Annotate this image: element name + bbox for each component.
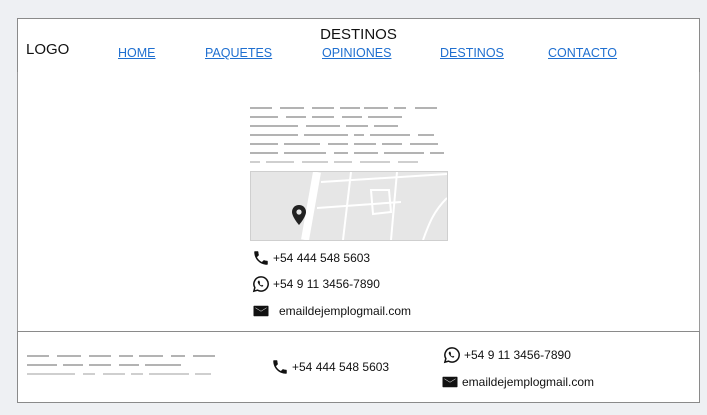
phone-icon	[251, 249, 271, 267]
phone-icon	[270, 358, 290, 376]
footer-email: emaildejemplogmail.com	[440, 373, 594, 391]
footer-whatsapp-text: +54 9 11 3456-7890	[464, 348, 571, 362]
logo: LOGO	[26, 41, 70, 58]
mail-icon	[440, 373, 460, 391]
nav-contacto[interactable]: CONTACTO	[548, 46, 617, 60]
whatsapp-icon	[251, 275, 271, 293]
main-content: +54 444 548 5603 +54 9 11 3456-7890 emai…	[17, 72, 700, 331]
site-footer: +54 444 548 5603 +54 9 11 3456-7890 emai…	[17, 331, 700, 403]
site-header: LOGO DESTINOS HOME PAQUETES OPINIONES DE…	[17, 18, 700, 73]
contact-whatsapp: +54 9 11 3456-7890	[251, 275, 380, 293]
contact-email: emaildejemplogmail.com	[251, 302, 411, 320]
nav-opiniones[interactable]: OPINIONES	[322, 46, 391, 60]
nav-paquetes[interactable]: PAQUETES	[205, 46, 272, 60]
footer-whatsapp: +54 9 11 3456-7890	[442, 346, 571, 364]
text-placeholder	[250, 107, 450, 167]
nav-home[interactable]: HOME	[118, 46, 156, 60]
map-pin-icon	[292, 205, 306, 225]
contact-phone: +54 444 548 5603	[251, 249, 370, 267]
mail-icon	[251, 302, 271, 320]
contact-phone-text: +54 444 548 5603	[273, 251, 371, 265]
footer-phone-text: +54 444 548 5603	[292, 360, 390, 374]
contact-whatsapp-text: +54 9 11 3456-7890	[273, 277, 380, 291]
map[interactable]	[250, 171, 448, 241]
contact-email-text: emaildejemplogmail.com	[279, 304, 412, 318]
whatsapp-icon	[442, 346, 462, 364]
nav-destinos[interactable]: DESTINOS	[440, 46, 504, 60]
page-title: DESTINOS	[320, 26, 397, 43]
footer-phone: +54 444 548 5603	[270, 358, 389, 376]
footer-text-placeholder	[27, 355, 217, 385]
footer-email-text: emaildejemplogmail.com	[462, 375, 595, 389]
